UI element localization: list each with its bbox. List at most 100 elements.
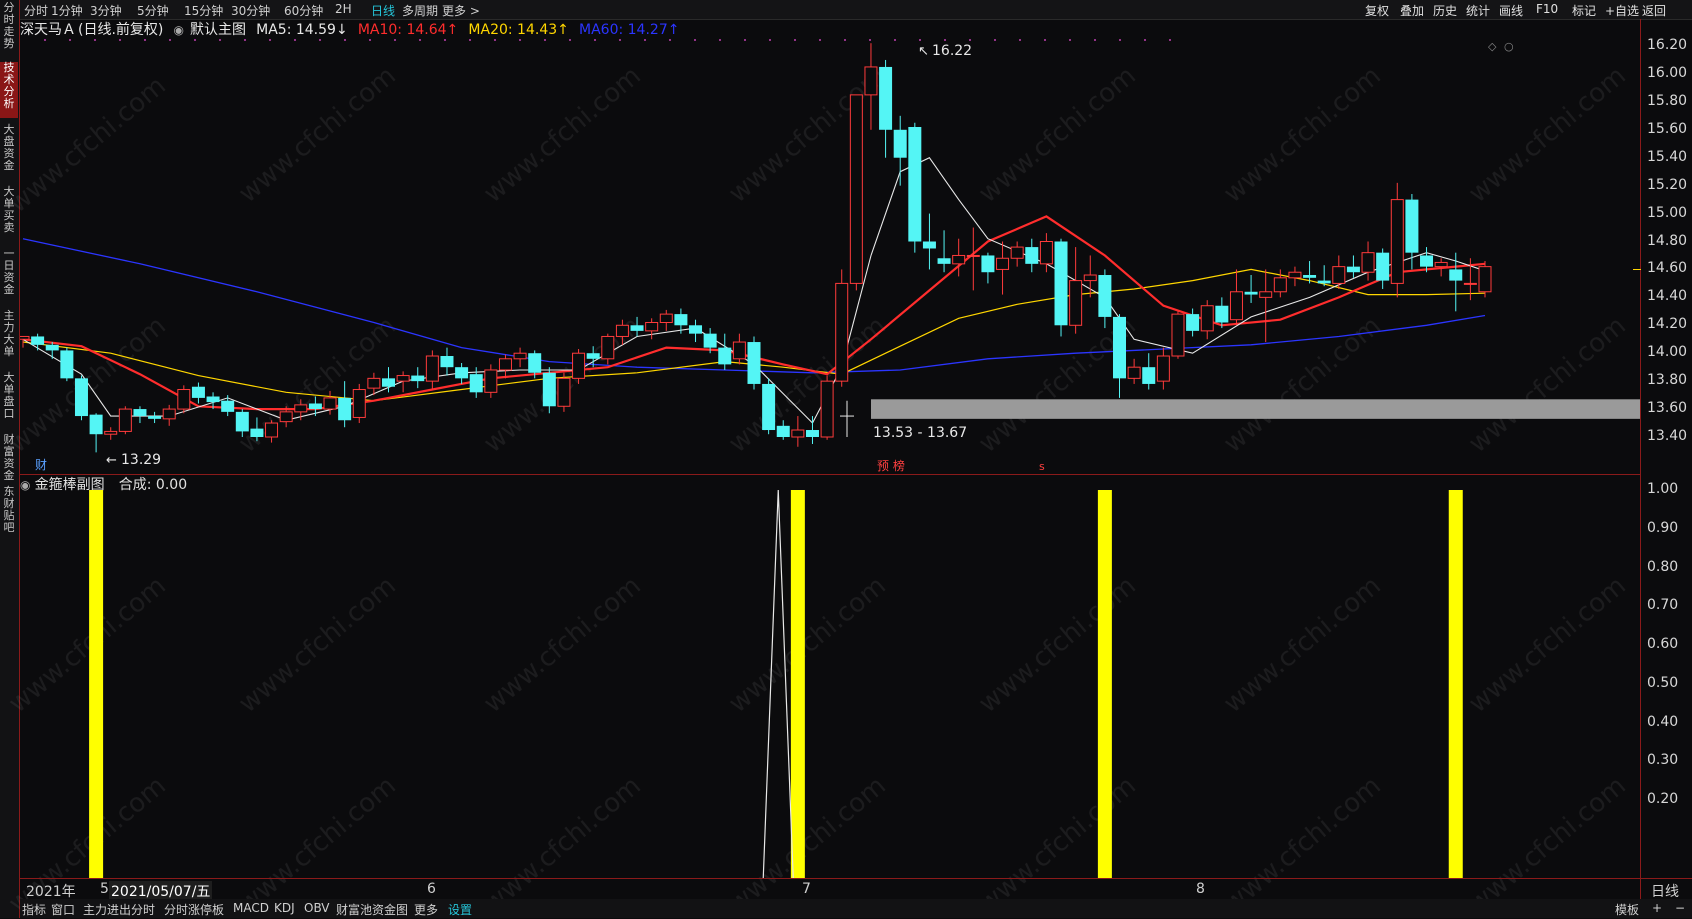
candle[interactable] <box>455 362 469 384</box>
candle[interactable] <box>235 409 249 437</box>
candle[interactable] <box>352 383 366 424</box>
left-tab-4[interactable]: 一日资金 <box>0 248 18 304</box>
candle[interactable] <box>1478 261 1492 298</box>
candle[interactable] <box>338 381 352 428</box>
candle[interactable] <box>294 399 308 421</box>
candle[interactable] <box>1200 300 1214 340</box>
candle[interactable] <box>513 347 527 368</box>
candle[interactable] <box>864 43 878 130</box>
candle[interactable] <box>996 241 1010 295</box>
candle[interactable] <box>1171 311 1185 359</box>
candle[interactable] <box>1332 255 1346 289</box>
candle[interactable] <box>1317 265 1331 287</box>
candle[interactable] <box>1361 241 1375 281</box>
left-tab-1[interactable]: 技术分析 <box>0 62 18 118</box>
candle[interactable] <box>849 94 863 291</box>
candle[interactable] <box>966 227 980 291</box>
candle[interactable] <box>937 230 951 273</box>
candle[interactable] <box>1288 266 1302 287</box>
candle[interactable] <box>922 213 936 270</box>
bottom-tab-1[interactable]: 窗口 <box>51 901 75 918</box>
period-tab-8[interactable]: 日线 <box>371 2 395 19</box>
bottom-right-2[interactable]: − <box>1675 901 1685 915</box>
candle[interactable] <box>133 406 147 424</box>
period-tab-7[interactable]: 2H <box>335 2 352 16</box>
indicator-chart[interactable] <box>20 475 1640 878</box>
candle[interactable] <box>805 416 819 444</box>
candle[interactable] <box>148 411 162 424</box>
candle[interactable] <box>382 367 395 393</box>
candle[interactable] <box>74 375 88 421</box>
main-chart-name[interactable]: 默认主图 <box>190 22 246 38</box>
candle[interactable] <box>104 427 118 440</box>
candle[interactable] <box>659 309 673 331</box>
candle[interactable] <box>981 252 995 284</box>
bottom-right-0[interactable]: 模板 <box>1615 901 1639 918</box>
candle[interactable] <box>177 385 191 414</box>
candle[interactable] <box>1390 182 1404 298</box>
bottom-tab-4[interactable]: MACD <box>233 901 269 915</box>
toolbar-right-4[interactable]: 画线 <box>1499 2 1523 19</box>
bottom-tab-7[interactable]: 财富池资金图 <box>336 901 408 918</box>
bottom-tab-3[interactable]: 分时涨停板 <box>164 901 224 918</box>
toolbar-right-1[interactable]: 叠加 <box>1400 2 1424 19</box>
candle[interactable] <box>835 269 849 387</box>
candle[interactable] <box>411 367 425 389</box>
diamond-icon[interactable]: ◇ <box>1488 40 1497 53</box>
period-tab-9[interactable]: 多周期 <box>402 2 438 19</box>
candle[interactable] <box>440 347 454 376</box>
period-tab-4[interactable]: 15分钟 <box>184 2 223 19</box>
candle[interactable] <box>689 319 703 343</box>
candle[interactable] <box>221 395 235 417</box>
bottom-tab-5[interactable]: KDJ <box>274 901 295 915</box>
candle[interactable] <box>1405 194 1419 270</box>
candle[interactable] <box>1113 314 1126 398</box>
candle[interactable] <box>747 336 761 390</box>
stock-name[interactable]: 深天马Ａ <box>20 22 76 38</box>
bottom-tab-6[interactable]: OBV <box>304 901 330 915</box>
candle[interactable] <box>396 371 410 393</box>
toolbar-right-8[interactable]: 返回 <box>1642 2 1666 19</box>
period-tab-1[interactable]: 1分钟 <box>51 2 83 19</box>
candle[interactable] <box>1098 269 1112 329</box>
period-tab-10[interactable]: 更多 > <box>442 2 480 19</box>
bottom-tab-8[interactable]: 更多 <box>414 901 438 918</box>
candlestick-chart[interactable]: ◇ ○ ↖ 16.22 ← 13.29 13.53 - 13.67 财 预 榜 s <box>20 39 1640 474</box>
toolbar-right-2[interactable]: 历史 <box>1433 2 1457 19</box>
candle[interactable] <box>1156 347 1170 390</box>
candle[interactable] <box>1229 269 1243 326</box>
candle[interactable] <box>265 420 279 443</box>
candle[interactable] <box>1186 308 1200 337</box>
period-tab-3[interactable]: 5分钟 <box>137 2 169 19</box>
period-tab-2[interactable]: 3分钟 <box>90 2 122 19</box>
candle[interactable] <box>557 372 571 412</box>
candle[interactable] <box>1025 238 1039 273</box>
candle[interactable] <box>498 354 512 379</box>
candle[interactable] <box>879 59 893 158</box>
left-tab-5[interactable]: 主力大单 <box>0 310 18 366</box>
candle[interactable] <box>1069 247 1083 334</box>
candle[interactable] <box>162 404 176 426</box>
candle[interactable] <box>601 333 615 365</box>
candle[interactable] <box>191 382 205 404</box>
circle-icon[interactable]: ○ <box>1504 40 1514 53</box>
candle[interactable] <box>308 396 322 417</box>
candle[interactable] <box>908 122 922 253</box>
candle[interactable] <box>1376 248 1390 289</box>
candle[interactable] <box>542 367 556 414</box>
bottom-right-1[interactable]: + <box>1652 901 1662 915</box>
left-tab-0[interactable]: 分时走势 <box>0 2 18 54</box>
left-tab-8[interactable]: 东财贴吧 <box>0 486 18 542</box>
candle[interactable] <box>1010 241 1024 267</box>
candle[interactable] <box>250 417 264 442</box>
candle[interactable] <box>762 378 776 435</box>
left-tab-2[interactable]: 大盘资金 <box>0 124 18 180</box>
candle[interactable] <box>645 318 659 340</box>
candle[interactable] <box>31 333 45 351</box>
candle[interactable] <box>1346 255 1360 278</box>
toolbar-right-0[interactable]: 复权 <box>1365 2 1389 19</box>
period-tab-5[interactable]: 30分钟 <box>231 2 270 19</box>
candle[interactable] <box>791 416 805 447</box>
period-tab-0[interactable]: 分时 <box>24 2 48 19</box>
candle[interactable] <box>732 333 746 365</box>
